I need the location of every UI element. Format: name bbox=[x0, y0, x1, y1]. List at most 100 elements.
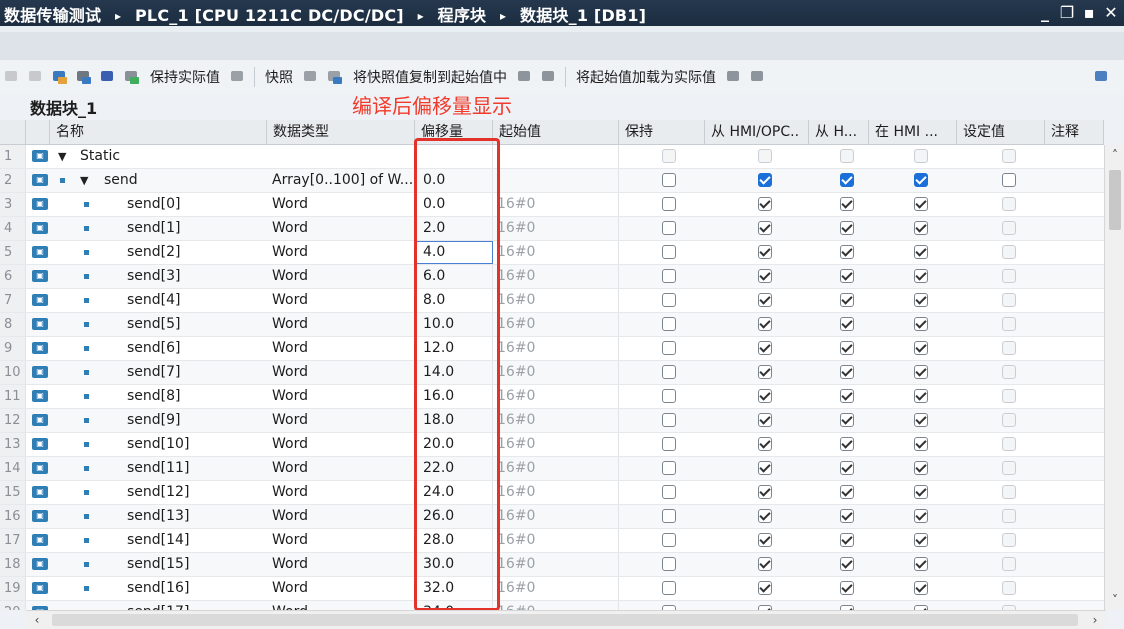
row-name[interactable]: send[4] bbox=[127, 289, 267, 312]
setpoint-checkbox[interactable] bbox=[1002, 437, 1016, 451]
hmi-write-checkbox[interactable] bbox=[840, 197, 854, 211]
expand-icon[interactable] bbox=[51, 68, 69, 86]
hmi-access-checkbox[interactable] bbox=[758, 485, 772, 499]
monitor-icon[interactable] bbox=[123, 68, 141, 86]
setpoint-checkbox[interactable] bbox=[1002, 269, 1016, 283]
hmi-write-checkbox[interactable] bbox=[840, 461, 854, 475]
row-name[interactable]: send[8] bbox=[127, 385, 267, 408]
row-start-value[interactable]: 16#0 bbox=[493, 193, 619, 216]
hmi-access-checkbox[interactable] bbox=[758, 173, 772, 187]
table-row[interactable]: 19 ▣ send[16] Word 32.0 16#0 bbox=[0, 577, 1104, 601]
hmi-visible-checkbox[interactable] bbox=[914, 365, 928, 379]
row-data-type[interactable] bbox=[267, 145, 415, 168]
hmi-visible-checkbox[interactable] bbox=[914, 317, 928, 331]
row-name[interactable]: Static bbox=[80, 145, 267, 168]
row-name[interactable]: send[1] bbox=[127, 217, 267, 240]
setpoint-checkbox[interactable] bbox=[1002, 509, 1016, 523]
row-start-value[interactable]: 16#0 bbox=[493, 337, 619, 360]
hmi-visible-checkbox[interactable] bbox=[914, 149, 928, 163]
hmi-access-checkbox[interactable] bbox=[758, 389, 772, 403]
row-start-value[interactable]: 16#0 bbox=[493, 361, 619, 384]
close-icon[interactable]: ✕ bbox=[1102, 4, 1120, 22]
setpoint-checkbox[interactable] bbox=[1002, 461, 1016, 475]
row-name[interactable]: send[14] bbox=[127, 529, 267, 552]
setpoint-checkbox[interactable] bbox=[1002, 485, 1016, 499]
copy-icon[interactable] bbox=[516, 68, 534, 86]
minimize-icon[interactable]: _ bbox=[1036, 4, 1054, 22]
row-data-type[interactable]: Word bbox=[267, 217, 415, 240]
hmi-visible-checkbox[interactable] bbox=[914, 437, 928, 451]
setpoint-checkbox[interactable] bbox=[1002, 197, 1016, 211]
hmi-write-checkbox[interactable] bbox=[840, 221, 854, 235]
list-icon[interactable] bbox=[99, 68, 117, 86]
row-data-type[interactable]: Word bbox=[267, 193, 415, 216]
row-name[interactable]: send[5] bbox=[127, 313, 267, 336]
scroll-thumb[interactable] bbox=[1109, 170, 1121, 230]
hmi-visible-checkbox[interactable] bbox=[914, 461, 928, 475]
hmi-access-checkbox[interactable] bbox=[758, 197, 772, 211]
hmi-write-checkbox[interactable] bbox=[840, 245, 854, 259]
table-row[interactable]: 5 ▣ send[2] Word 4.0 16#0 bbox=[0, 241, 1104, 265]
table-row[interactable]: 2 ▣ ▼ send Array[0..100] of W... 0.0 bbox=[0, 169, 1104, 193]
table-row[interactable]: 10 ▣ send[7] Word 14.0 16#0 bbox=[0, 361, 1104, 385]
hmi-visible-checkbox[interactable] bbox=[914, 293, 928, 307]
retain-checkbox[interactable] bbox=[662, 461, 676, 475]
row-data-type[interactable]: Word bbox=[267, 313, 415, 336]
hmi-write-checkbox[interactable] bbox=[840, 533, 854, 547]
row-start-value[interactable]: 16#0 bbox=[493, 577, 619, 600]
table-row[interactable]: 6 ▣ send[3] Word 6.0 16#0 bbox=[0, 265, 1104, 289]
hmi-write-checkbox[interactable] bbox=[840, 581, 854, 595]
collapse-icon[interactable] bbox=[75, 68, 93, 86]
row-name[interactable]: send[16] bbox=[127, 577, 267, 600]
hmi-write-checkbox[interactable] bbox=[840, 389, 854, 403]
header-setpoint[interactable]: 设定值 bbox=[957, 120, 1045, 144]
setpoint-checkbox[interactable] bbox=[1002, 245, 1016, 259]
table-row[interactable]: 8 ▣ send[5] Word 10.0 16#0 bbox=[0, 313, 1104, 337]
hmi-access-checkbox[interactable] bbox=[758, 341, 772, 355]
table-row[interactable]: 20▣send[17]Word34.016#0 bbox=[0, 601, 1104, 610]
hmi-visible-checkbox[interactable] bbox=[914, 557, 928, 571]
load-icon[interactable] bbox=[725, 68, 743, 86]
scroll-left-icon[interactable]: ‹ bbox=[28, 611, 46, 629]
setpoint-checkbox[interactable] bbox=[1002, 341, 1016, 355]
snapshot-copy-icon[interactable] bbox=[326, 68, 344, 86]
row-name[interactable]: send[12] bbox=[127, 481, 267, 504]
expand-triangle-icon[interactable]: ▼ bbox=[80, 174, 88, 187]
row-data-type[interactable]: Word bbox=[267, 409, 415, 432]
hmi-visible-checkbox[interactable] bbox=[914, 389, 928, 403]
table-row[interactable]: 3 ▣ send[0] Word 0.0 16#0 bbox=[0, 193, 1104, 217]
row-data-type[interactable]: Word bbox=[267, 457, 415, 480]
load-start-as-actual-button[interactable]: 将起始值加载为实际值 bbox=[576, 67, 716, 87]
hmi-visible-checkbox[interactable] bbox=[914, 221, 928, 235]
table-row[interactable]: 14 ▣ send[11] Word 22.0 16#0 bbox=[0, 457, 1104, 481]
row-start-value[interactable] bbox=[493, 145, 619, 168]
hmi-visible-checkbox[interactable] bbox=[914, 173, 928, 187]
setpoint-checkbox[interactable] bbox=[1002, 389, 1016, 403]
hmi-write-checkbox[interactable] bbox=[840, 173, 854, 187]
paste-icon[interactable] bbox=[540, 68, 558, 86]
row-name[interactable]: send bbox=[104, 169, 267, 192]
breadcrumb-project[interactable]: 数据传输测试 bbox=[4, 6, 101, 25]
hmi-access-checkbox[interactable] bbox=[758, 413, 772, 427]
hmi-access-checkbox[interactable] bbox=[758, 293, 772, 307]
row-name[interactable]: send[0] bbox=[127, 193, 267, 216]
table-row[interactable]: 4 ▣ send[1] Word 2.0 16#0 bbox=[0, 217, 1104, 241]
hmi-write-checkbox[interactable] bbox=[840, 485, 854, 499]
hmi-visible-checkbox[interactable] bbox=[914, 413, 928, 427]
retain-checkbox[interactable] bbox=[662, 269, 676, 283]
hmi-write-checkbox[interactable] bbox=[840, 509, 854, 523]
hmi-write-checkbox[interactable] bbox=[840, 437, 854, 451]
hmi-visible-checkbox[interactable] bbox=[914, 197, 928, 211]
table-row[interactable]: 15 ▣ send[12] Word 24.0 16#0 bbox=[0, 481, 1104, 505]
retain-checkbox[interactable] bbox=[662, 341, 676, 355]
header-name[interactable]: 名称 bbox=[50, 120, 267, 144]
row-data-type[interactable]: Word bbox=[267, 265, 415, 288]
row-start-value[interactable]: 16#0 bbox=[493, 289, 619, 312]
row-data-type[interactable]: Word bbox=[267, 529, 415, 552]
hmi-access-checkbox[interactable] bbox=[758, 365, 772, 379]
header-start-value[interactable]: 起始值 bbox=[493, 120, 619, 144]
hmi-visible-checkbox[interactable] bbox=[914, 341, 928, 355]
copy-snapshot-to-start-button[interactable]: 将快照值复制到起始值中 bbox=[353, 67, 507, 87]
retain-checkbox[interactable] bbox=[662, 509, 676, 523]
table-row[interactable]: 13 ▣ send[10] Word 20.0 16#0 bbox=[0, 433, 1104, 457]
